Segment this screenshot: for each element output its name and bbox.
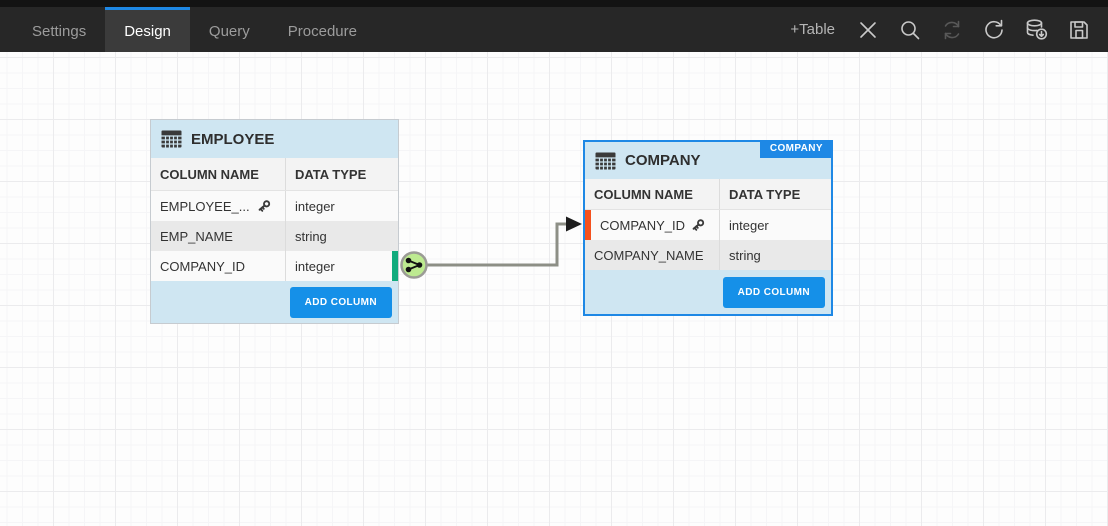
table-grid-icon xyxy=(161,130,182,148)
table-row[interactable]: EMPLOYEE_... integer xyxy=(151,191,398,221)
column-name-cell: EMP_NAME xyxy=(151,221,286,251)
relationship-source-marker[interactable] xyxy=(392,251,398,281)
column-name-cell: COMPANY_ID xyxy=(585,210,720,240)
relationship-node-icon xyxy=(402,253,427,278)
table-footer: ADD COLUMN xyxy=(151,281,398,323)
column-name-cell: COMPANY_NAME xyxy=(585,240,720,270)
tab-design[interactable]: Design xyxy=(105,7,190,52)
table-name: COMPANY xyxy=(625,152,701,169)
main-tabs: Settings Design Query Procedure xyxy=(13,7,376,52)
data-type-cell: integer xyxy=(720,210,831,240)
data-type-cell: integer xyxy=(286,191,398,221)
tab-procedure[interactable]: Procedure xyxy=(269,7,376,52)
save-icon[interactable] xyxy=(1066,17,1092,43)
schema-designer-app: Settings Design Query Procedure +Table xyxy=(0,0,1108,526)
navbar-toolbar: +Table xyxy=(790,7,1108,52)
column-name-cell: EMPLOYEE_... xyxy=(151,191,286,221)
tab-settings[interactable]: Settings xyxy=(13,7,105,52)
table-grid-icon xyxy=(595,152,616,170)
tab-query[interactable]: Query xyxy=(190,7,269,52)
data-type-header: DATA TYPE xyxy=(720,179,831,209)
sync-icon xyxy=(939,17,965,43)
top-navbar: Settings Design Query Procedure +Table xyxy=(0,0,1108,52)
add-column-button[interactable]: ADD COLUMN xyxy=(723,277,825,308)
data-type-cell: string xyxy=(286,221,398,251)
refresh-icon[interactable] xyxy=(981,17,1007,43)
entity-table-employee[interactable]: EMPLOYEE COLUMN NAME DATA TYPE EMPLOYEE_… xyxy=(150,119,399,324)
table-row[interactable]: COMPANY_ID integer xyxy=(151,251,398,281)
relationship-arrowhead xyxy=(566,217,582,232)
table-row[interactable]: EMP_NAME string xyxy=(151,221,398,251)
add-column-button[interactable]: ADD COLUMN xyxy=(290,287,392,318)
table-name: EMPLOYEE xyxy=(191,131,274,148)
design-canvas[interactable]: EMPLOYEE COLUMN NAME DATA TYPE EMPLOYEE_… xyxy=(0,52,1108,526)
primary-key-icon xyxy=(690,217,706,233)
column-header-row: COLUMN NAME DATA TYPE xyxy=(585,179,831,210)
data-type-cell: string xyxy=(720,240,831,270)
database-export-icon[interactable] xyxy=(1023,17,1050,43)
add-table-button[interactable]: +Table xyxy=(790,21,835,38)
column-name-header: COLUMN NAME xyxy=(151,158,286,190)
data-type-header: DATA TYPE xyxy=(286,158,398,190)
table-footer: ADD COLUMN xyxy=(585,270,831,314)
table-name-badge: COMPANY xyxy=(760,140,833,158)
table-row[interactable]: COMPANY_NAME string xyxy=(585,240,831,270)
entity-table-company[interactable]: COMPANY COMPANY COLUMN NAME DATA TYPE xyxy=(583,140,833,316)
relationship-target-marker[interactable] xyxy=(585,210,591,240)
data-type-cell: integer xyxy=(286,251,398,281)
column-name-header: COLUMN NAME xyxy=(585,179,720,209)
table-row[interactable]: COMPANY_ID integer xyxy=(585,210,831,240)
column-header-row: COLUMN NAME DATA TYPE xyxy=(151,158,398,191)
column-name-cell: COMPANY_ID xyxy=(151,251,286,281)
search-icon[interactable] xyxy=(897,17,923,43)
table-title-bar: EMPLOYEE xyxy=(151,120,398,158)
close-icon[interactable] xyxy=(855,17,881,43)
primary-key-icon xyxy=(256,198,272,214)
